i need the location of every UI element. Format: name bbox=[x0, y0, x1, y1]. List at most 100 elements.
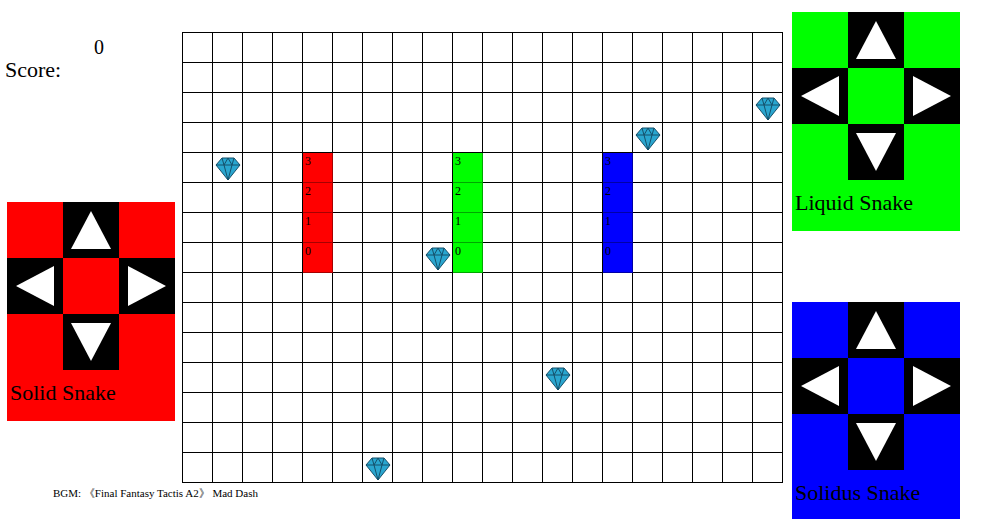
board-cell bbox=[693, 63, 723, 93]
board-cell bbox=[723, 243, 753, 273]
board-cell bbox=[243, 303, 273, 333]
up-button[interactable] bbox=[848, 302, 904, 358]
board-cell bbox=[483, 423, 513, 453]
board-cell bbox=[543, 423, 573, 453]
board-cell bbox=[453, 453, 483, 483]
board-cell bbox=[363, 153, 393, 183]
board-cell bbox=[513, 303, 543, 333]
board-cell bbox=[513, 363, 543, 393]
board-cell bbox=[243, 423, 273, 453]
pad-gap bbox=[7, 202, 63, 258]
board-cell bbox=[213, 213, 243, 243]
down-button[interactable] bbox=[848, 124, 904, 180]
board-cell bbox=[273, 213, 303, 243]
board-cell bbox=[423, 273, 453, 303]
board-cell bbox=[753, 273, 783, 303]
board-cell bbox=[723, 333, 753, 363]
board-cell bbox=[483, 273, 513, 303]
pad-gap bbox=[848, 358, 904, 414]
board-cell bbox=[513, 183, 543, 213]
left-column: 0Score:Solid Snake bbox=[0, 0, 182, 483]
board-cell bbox=[603, 123, 633, 153]
board-cell bbox=[213, 63, 243, 93]
snake-segment: 3 bbox=[603, 153, 633, 183]
board-cell bbox=[663, 123, 693, 153]
board-cell bbox=[213, 393, 243, 423]
right-button[interactable] bbox=[904, 358, 960, 414]
board-cell bbox=[243, 453, 273, 483]
board-cell bbox=[423, 183, 453, 213]
board-cell bbox=[723, 303, 753, 333]
board-cell bbox=[333, 183, 363, 213]
right-button[interactable] bbox=[904, 68, 960, 124]
board-cell bbox=[393, 33, 423, 63]
board-cell bbox=[753, 423, 783, 453]
left-button[interactable] bbox=[7, 258, 63, 314]
control-panel: Solid Snake bbox=[7, 202, 175, 421]
up-arrow-icon bbox=[848, 302, 904, 358]
board-cell bbox=[483, 33, 513, 63]
board-cell bbox=[273, 333, 303, 363]
board-cell bbox=[513, 213, 543, 243]
snake-name: Solidus Snake bbox=[792, 470, 960, 514]
board-cell bbox=[333, 423, 363, 453]
board-cell bbox=[513, 153, 543, 183]
board-cell bbox=[543, 303, 573, 333]
board-cell bbox=[183, 63, 213, 93]
board-cell bbox=[483, 153, 513, 183]
board-cell bbox=[363, 63, 393, 93]
board-cell bbox=[573, 273, 603, 303]
board-cell bbox=[573, 333, 603, 363]
up-button[interactable] bbox=[63, 202, 119, 258]
gem bbox=[633, 123, 663, 153]
snake-segment: 1 bbox=[303, 213, 333, 243]
board-cell bbox=[213, 93, 243, 123]
board-cell bbox=[483, 333, 513, 363]
board-cell bbox=[573, 303, 603, 333]
board-cell bbox=[693, 273, 723, 303]
board-cell bbox=[753, 243, 783, 273]
left-button[interactable] bbox=[792, 358, 848, 414]
board-cell bbox=[753, 393, 783, 423]
board-cell bbox=[663, 273, 693, 303]
board-cell bbox=[273, 453, 303, 483]
board-cell bbox=[273, 153, 303, 183]
board-cell bbox=[573, 423, 603, 453]
board-cell bbox=[393, 453, 423, 483]
snake-segment: 1 bbox=[603, 213, 633, 243]
board-cell bbox=[603, 273, 633, 303]
left-button[interactable] bbox=[792, 68, 848, 124]
board-cell bbox=[633, 213, 663, 243]
pad-gap bbox=[119, 202, 175, 258]
pad-gap bbox=[792, 302, 848, 358]
board-cell bbox=[423, 93, 453, 123]
board-cell bbox=[483, 453, 513, 483]
board-cell bbox=[603, 453, 633, 483]
board-cell bbox=[423, 453, 453, 483]
board-cell bbox=[723, 363, 753, 393]
down-button[interactable] bbox=[848, 414, 904, 470]
board-cell bbox=[723, 63, 753, 93]
board-cell bbox=[183, 303, 213, 333]
board-cell bbox=[693, 33, 723, 63]
board-cell bbox=[243, 183, 273, 213]
board-cell bbox=[213, 303, 243, 333]
board-cell bbox=[363, 123, 393, 153]
board-cell bbox=[243, 393, 273, 423]
right-button[interactable] bbox=[119, 258, 175, 314]
direction-pad bbox=[792, 302, 960, 470]
board-cell bbox=[693, 303, 723, 333]
board-cell bbox=[513, 453, 543, 483]
board-cell bbox=[303, 123, 333, 153]
snake-segment: 3 bbox=[303, 153, 333, 183]
down-button[interactable] bbox=[63, 314, 119, 370]
board-cell bbox=[663, 183, 693, 213]
board-cell bbox=[363, 303, 393, 333]
board-cell bbox=[363, 333, 393, 363]
board-cell bbox=[573, 243, 603, 273]
board-cell bbox=[393, 363, 423, 393]
up-button[interactable] bbox=[848, 12, 904, 68]
board-cell bbox=[243, 63, 273, 93]
board-cell bbox=[213, 423, 243, 453]
board-cell bbox=[333, 393, 363, 423]
